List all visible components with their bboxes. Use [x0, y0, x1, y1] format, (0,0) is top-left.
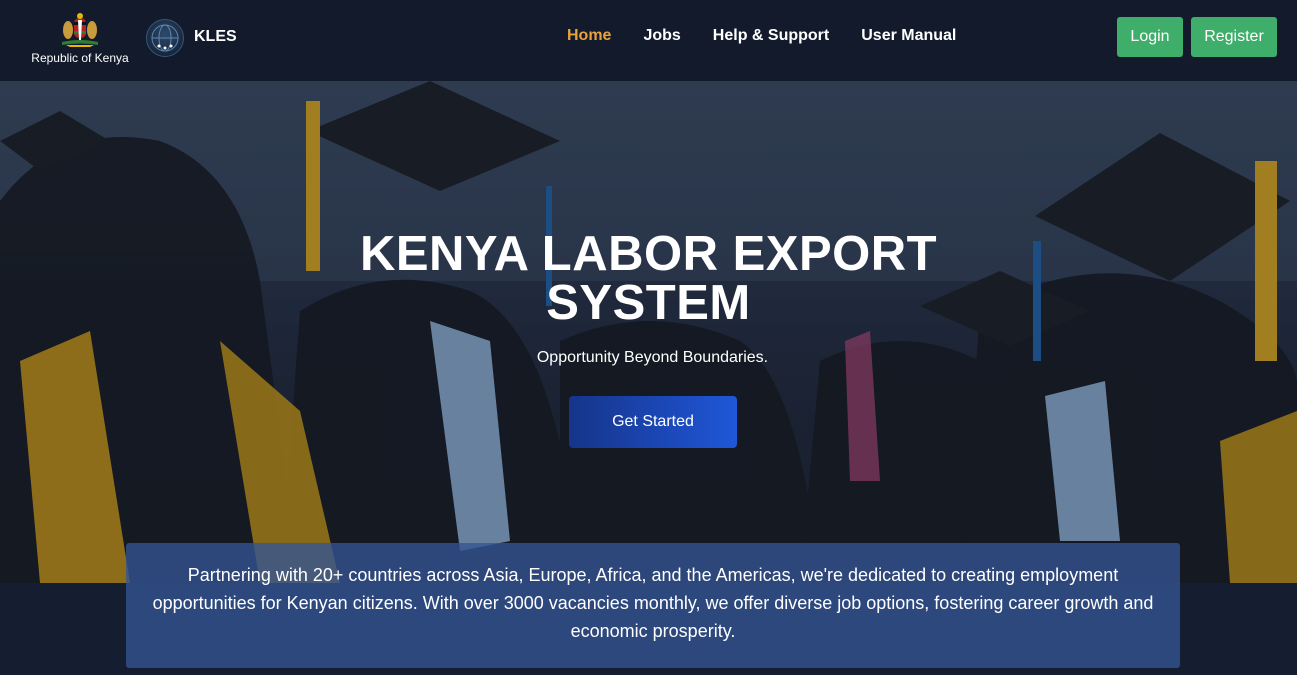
login-button[interactable]: Login — [1117, 17, 1183, 57]
nav-help-support[interactable]: Help & Support — [713, 27, 829, 45]
get-started-button[interactable]: Get Started — [569, 396, 737, 448]
hero-title-line-2: SYSTEM — [546, 276, 751, 330]
nav-jobs[interactable]: Jobs — [643, 27, 680, 45]
hero-section: KENYA LABOR EXPORT SYSTEM Opportunity Be… — [0, 81, 1297, 583]
hero-title-line-1: KENYA LABOR EXPORT — [359, 227, 938, 281]
coat-of-arms-icon — [62, 13, 98, 47]
info-box: Partnering with 20+ countries across Asi… — [126, 543, 1180, 668]
main-nav: Home Jobs Help & Support User Manual — [567, 27, 988, 45]
top-navbar: Republic of Kenya KLES Home Jobs Help & … — [0, 0, 1297, 81]
hero-title: KENYA LABOR EXPORT SYSTEM — [300, 230, 997, 328]
kles-globe-icon[interactable] — [146, 19, 184, 57]
nav-user-manual[interactable]: User Manual — [861, 27, 956, 45]
register-button[interactable]: Register — [1191, 17, 1277, 57]
nav-home[interactable]: Home — [567, 27, 611, 45]
info-text: Partnering with 20+ countries across Asi… — [152, 565, 1154, 641]
brand-name[interactable]: KLES — [194, 28, 237, 46]
hero-background-image — [0, 81, 1297, 583]
hero-subtitle: Opportunity Beyond Boundaries. — [536, 349, 769, 366]
government-label: Republic of Kenya — [31, 51, 129, 65]
government-brand[interactable]: Republic of Kenya — [28, 12, 132, 68]
